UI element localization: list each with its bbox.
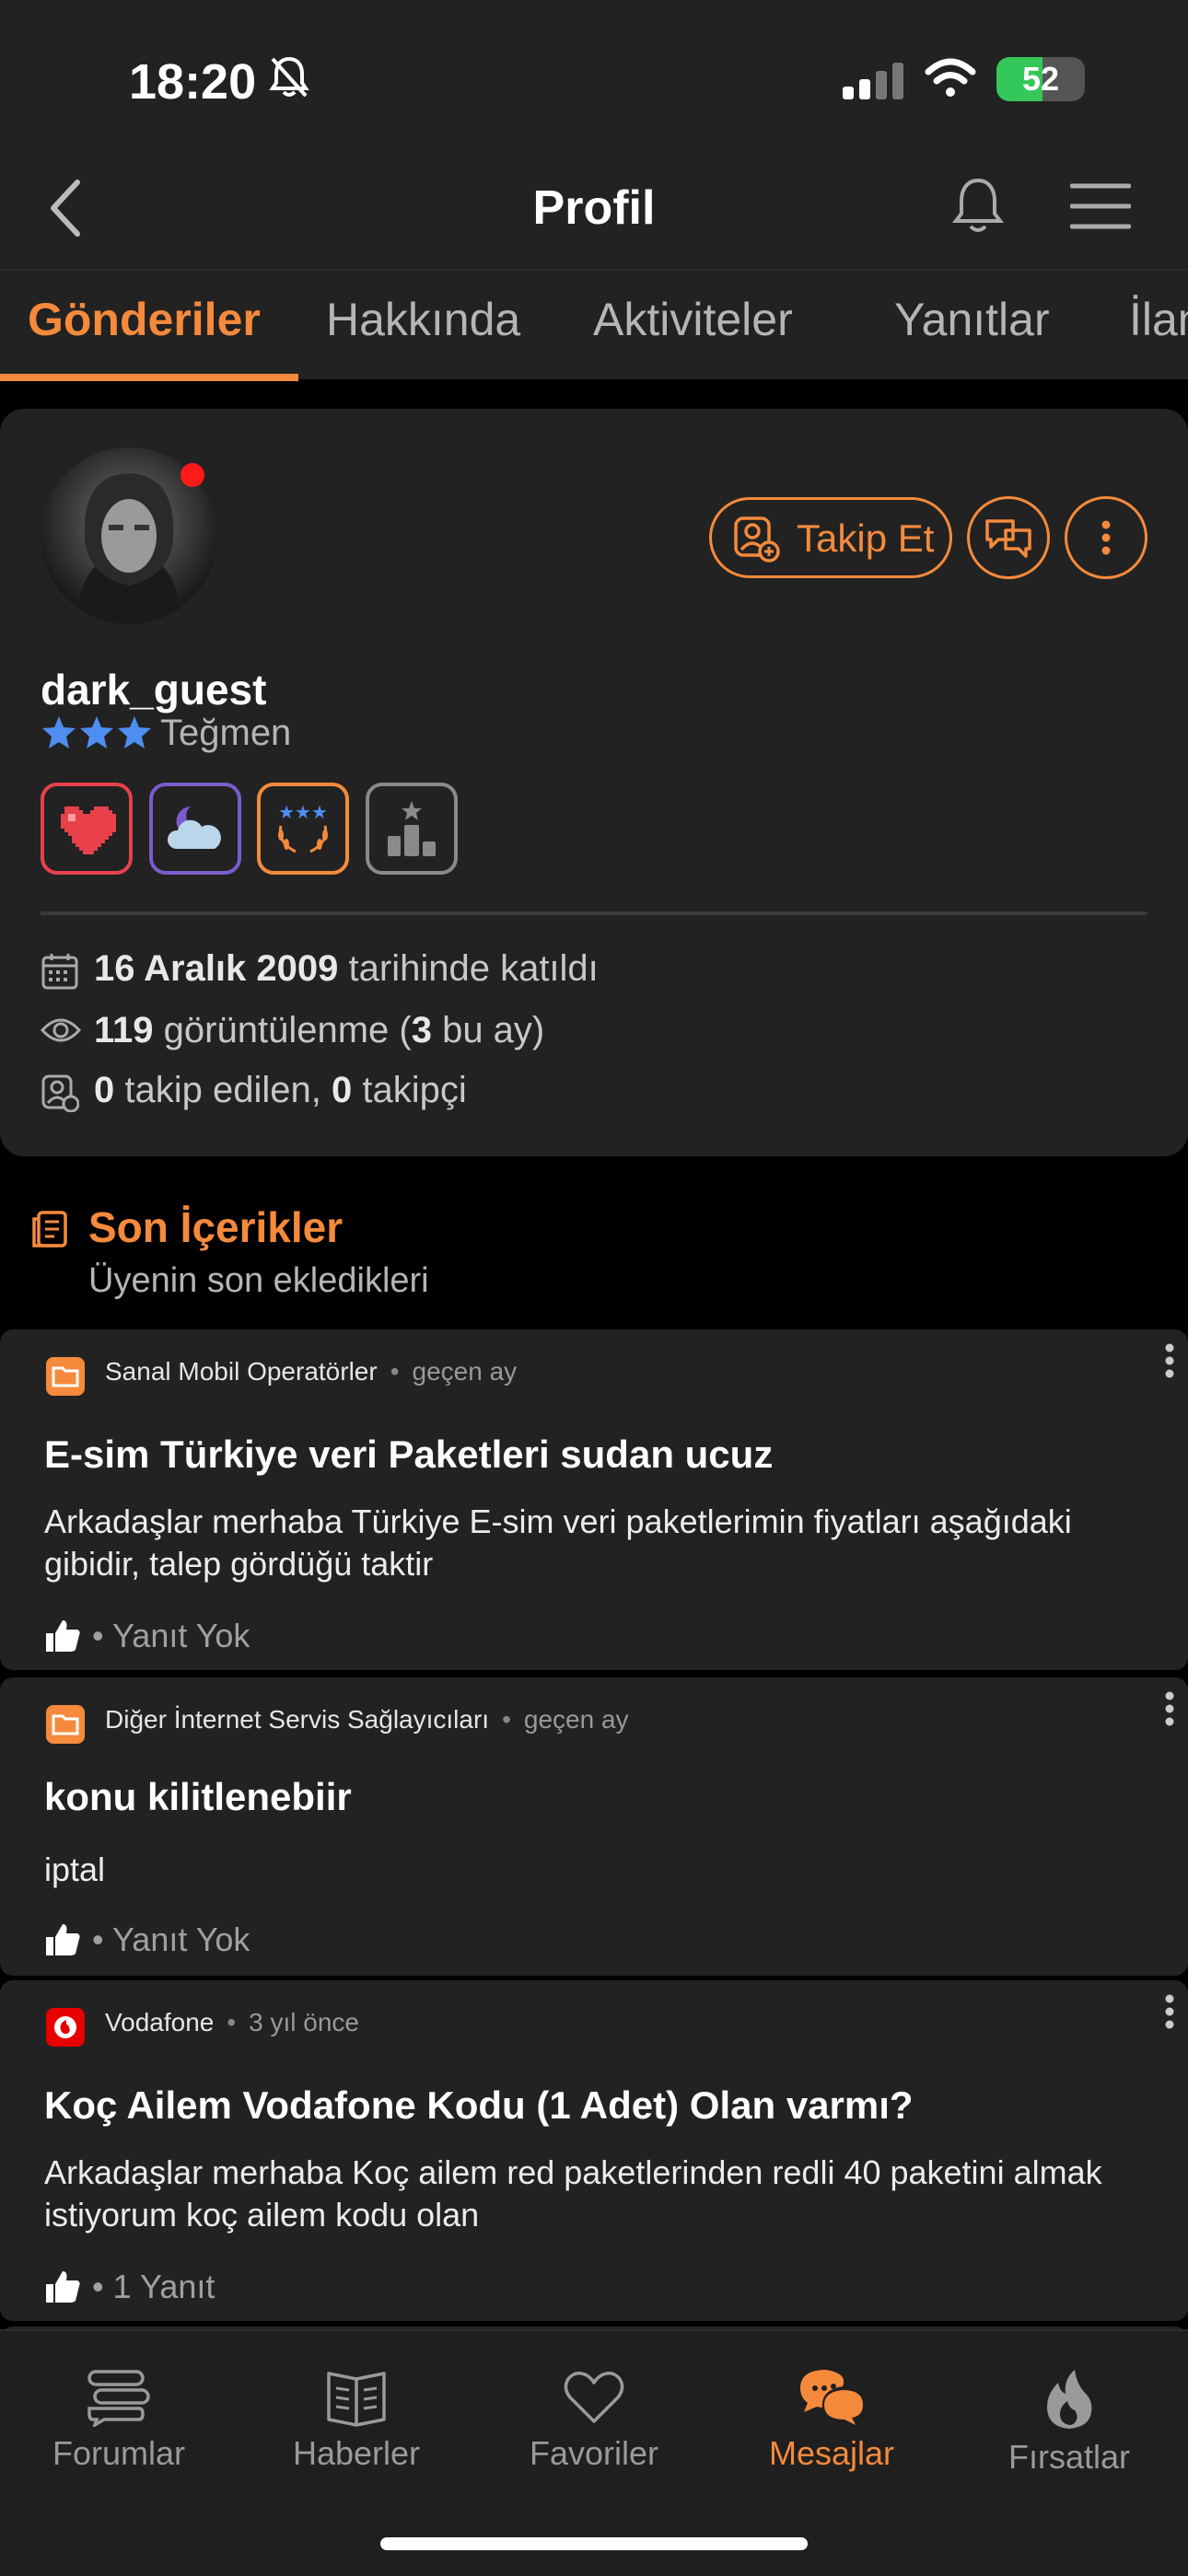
messages-icon [800,2370,863,2425]
calendar-icon [41,952,79,1000]
add-user-icon [732,515,780,567]
rank-stars-icon [41,714,153,756]
post-excerpt: Arkadaşlar merhaba Koç ailem red paketle… [44,2153,1102,2234]
notifications-button[interactable] [949,175,1007,242]
message-button[interactable] [967,496,1050,579]
like-thumb-icon[interactable] [44,2268,81,2313]
like-thumb-icon[interactable] [44,1920,81,1966]
more-options-button[interactable] [1065,496,1147,579]
battery-percent: 52 [1021,60,1060,98]
heart-icon [61,806,116,854]
like-thumb-icon[interactable] [44,1617,81,1662]
follow-button-label: Takip Et [797,516,935,560]
folder-icon [46,1705,85,1744]
reply-count: • Yanıt Yok [92,1617,250,1654]
svg-text:★★★: ★★★ [278,801,328,823]
battery-indicator: 52 [996,57,1085,101]
post-card[interactable]: Sanal Mobil Operatörler • geçen ay E-sim T… [0,1329,1188,1670]
post-card[interactable]: Diğer İnternet Servis Sağlayıcıları • geçe… [0,1677,1188,1976]
moon-cloud-badge[interactable] [149,783,241,875]
hamburger-icon [1069,183,1132,229]
eye-icon [40,1014,82,1056]
profile-tabs: Gönderiler Hakkında Aktiviteler Yanıtlar… [0,271,1188,381]
tab-messages[interactable]: Mesajlar [713,2368,950,2473]
tab-posts[interactable]: Gönderiler [28,293,261,346]
forums-icon [87,2370,150,2427]
post-time: geçen ay [523,1705,629,1734]
post-meta: Vodafone • 3 yıl önce [105,2008,360,2036]
bell-slash-icon [269,55,309,104]
tab-about[interactable]: Hakkında [326,293,520,346]
tab-favorites[interactable]: Favoriler [475,2368,713,2473]
wifi-icon [925,57,976,102]
section-subtitle: Üyenin son ekledikleri [88,1261,429,1300]
section-title: Son İçerikler [88,1203,344,1251]
post-excerpt: iptal [44,1851,106,1888]
tab-deals[interactable]: Fırsatlar [950,2368,1188,2477]
status-time: 18:20 [129,54,257,110]
post-title[interactable]: konu kilitlenebiir [44,1775,352,1819]
user-follow-icon [41,1073,80,1121]
cellular-signal-icon [843,63,905,104]
post-category[interactable]: Sanal Mobil Operatörler [105,1357,378,1386]
ranking-badge[interactable] [366,783,458,875]
recent-content-icon [31,1210,68,1253]
tab-news[interactable]: Haberler [238,2368,475,2473]
post-excerpt: Arkadaşlar merhaba Türkiye E-sim veri pa… [44,1503,1072,1583]
post-meta: Sanal Mobil Operatörler • geçen ay [105,1357,518,1386]
post-options-button[interactable] [1164,1342,1175,1384]
reply-count: • 1 Yanıt [92,2268,215,2305]
post-time: 3 yıl önce [249,2008,360,2036]
vertical-dots-icon [1165,1994,1174,2029]
podium-icon [388,801,436,856]
post-options-button[interactable] [1164,1690,1175,1732]
rank-label: Teğmen [160,713,292,753]
tab-activities[interactable]: Aktiviteler [593,293,793,346]
vertical-dots-icon [1101,520,1111,555]
tab-forums-label: Forumlar [52,2434,186,2472]
follow-button[interactable]: Takip Et [709,497,952,578]
moon-cloud-icon [167,806,221,849]
vodafone-logo-icon [46,2008,85,2047]
tab-listings[interactable]: İlan [1129,293,1188,346]
vertical-dots-icon [1165,1691,1174,1726]
username: dark_guest [41,666,267,714]
tab-favorites-label: Favoriler [529,2434,659,2472]
page-title: Profil [532,181,656,235]
post-category[interactable]: Vodafone [105,2008,214,2036]
post-card[interactable]: Vodafone • 3 yıl önce Koç Ailem Vodafone K… [0,1980,1188,2321]
news-icon [327,2372,386,2427]
active-tab-indicator [0,374,298,381]
tab-deals-label: Fırsatlar [1007,2438,1130,2476]
post-meta: Diğer İnternet Servis Sağlayıcıları • geçe… [105,1705,629,1734]
post-time: geçen ay [412,1357,518,1386]
chat-bubbles-icon [985,519,1031,558]
reply-count: • Yanıt Yok [92,1920,250,1958]
post-title[interactable]: Koç Ailem Vodafone Kodu (1 Adet) Olan va… [44,2083,914,2128]
post-title[interactable]: E-sim Türkiye veri Paketleri sudan ucuz [44,1433,773,1477]
post-category[interactable]: Diğer İnternet Servis Sağlayıcıları [105,1705,489,1734]
stars-laurel-badge[interactable]: ★★★ [257,783,349,875]
flame-icon [1047,2370,1092,2429]
online-status-dot [181,463,204,487]
heart-badge[interactable] [41,783,133,875]
stars-laurel-icon: ★★★ [278,801,328,853]
nav-bar: Profil [0,138,1188,271]
tab-news-label: Haberler [292,2434,421,2472]
menu-button[interactable] [1069,182,1132,235]
folder-icon [46,1357,85,1396]
vertical-dots-icon [1165,1343,1174,1378]
home-indicator [380,2537,808,2550]
bell-icon [952,178,1004,232]
tab-messages-label: Mesajlar [768,2434,895,2472]
tab-forums[interactable]: Forumlar [0,2368,238,2473]
post-options-button[interactable] [1164,1993,1175,2035]
tab-replies[interactable]: Yanıtlar [894,293,1050,346]
profile-divider [41,911,1147,915]
heart-icon [564,2372,624,2423]
